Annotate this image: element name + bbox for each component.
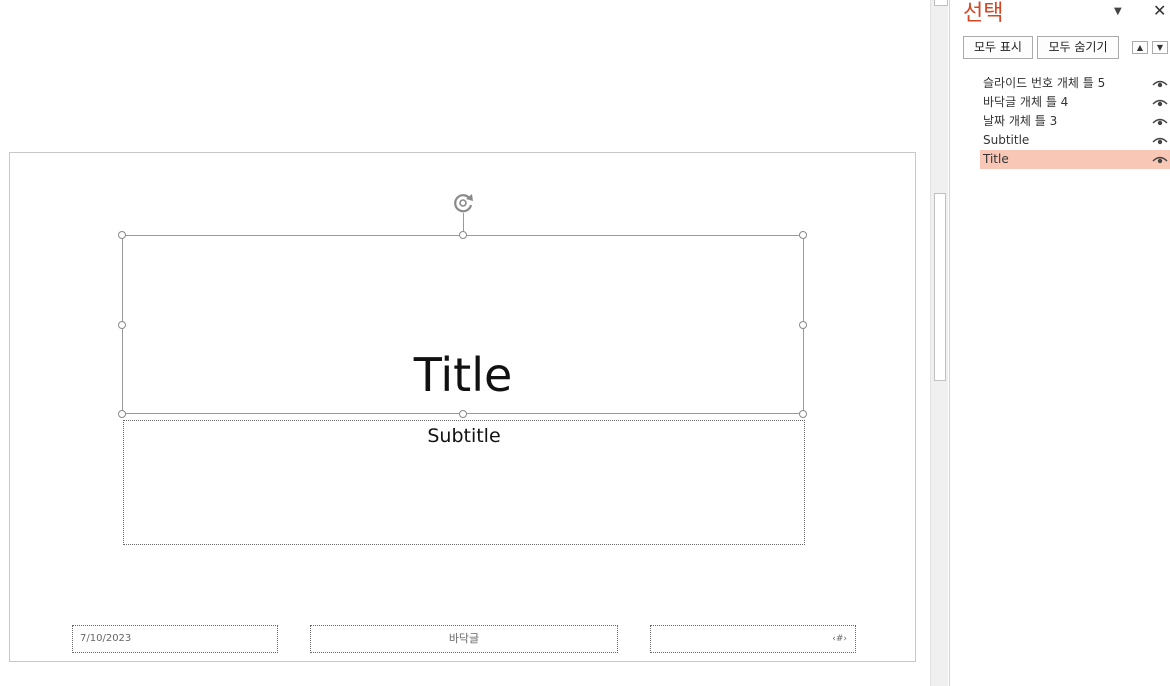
resize-handle-top[interactable] (459, 231, 467, 239)
eye-icon[interactable] (1152, 136, 1168, 146)
eye-icon[interactable] (1152, 79, 1168, 89)
dropdown-arrow-icon[interactable]: ▼ (1114, 6, 1122, 17)
footer-placeholder[interactable]: 바닥글 (310, 625, 618, 653)
scrollbar-top-edge (934, 0, 948, 6)
eye-icon[interactable] (1152, 98, 1168, 108)
slide-number-placeholder[interactable]: ‹#› (650, 625, 856, 653)
slide-canvas[interactable]: Title Subtitle 7/10/2023 바닥글 ‹#› (0, 0, 930, 686)
resize-handle-top-right[interactable] (799, 231, 807, 239)
resize-handle-bottom[interactable] (459, 410, 467, 418)
selection-item-date[interactable]: 날짜 개체 틀 3 (980, 112, 1170, 131)
subtitle-placeholder[interactable]: Subtitle (123, 420, 805, 545)
footer-text: 바닥글 (448, 632, 480, 645)
scrollbar-thumb[interactable] (934, 193, 946, 381)
close-icon[interactable]: ✕ (1153, 1, 1166, 20)
hide-all-button[interactable]: 모두 숨기기 (1037, 36, 1119, 59)
slide[interactable]: Title Subtitle 7/10/2023 바닥글 ‹#› (9, 152, 916, 662)
date-text: 7/10/2023 (80, 633, 132, 644)
vertical-scrollbar[interactable] (930, 0, 948, 686)
show-all-button[interactable]: 모두 표시 (963, 36, 1033, 59)
eye-icon[interactable] (1152, 117, 1168, 127)
rotate-icon[interactable] (452, 191, 476, 215)
selection-pane: 선택 ▼ ✕ 모두 표시 모두 숨기기 ▲ ▼ 슬라이드 번호 개체 틀 5 바… (949, 0, 1170, 686)
resize-handle-bottom-left[interactable] (118, 410, 126, 418)
selection-list: 슬라이드 번호 개체 틀 5 바닥글 개체 틀 4 날짜 개체 틀 3 Subt… (980, 74, 1170, 169)
selection-item-subtitle[interactable]: Subtitle (980, 131, 1170, 150)
resize-handle-right[interactable] (799, 321, 807, 329)
selection-item-footer[interactable]: 바닥글 개체 틀 4 (980, 93, 1170, 112)
title-placeholder[interactable]: Title (122, 235, 804, 414)
selection-item-label: Title (983, 152, 1009, 166)
resize-handle-bottom-right[interactable] (799, 410, 807, 418)
pane-title: 선택 (963, 1, 1004, 26)
selection-item-label: 날짜 개체 틀 3 (983, 114, 1058, 128)
eye-icon[interactable] (1152, 155, 1168, 165)
selection-item-label: 슬라이드 번호 개체 틀 5 (983, 76, 1106, 90)
arrow-up-icon[interactable]: ▲ (1132, 41, 1148, 54)
selection-item-label: 바닥글 개체 틀 4 (983, 95, 1069, 109)
resize-handle-left[interactable] (118, 321, 126, 329)
date-placeholder[interactable]: 7/10/2023 (72, 625, 278, 653)
selection-item-title[interactable]: Title (980, 150, 1170, 169)
arrow-down-icon[interactable]: ▼ (1152, 41, 1168, 54)
selection-item-slide-number[interactable]: 슬라이드 번호 개체 틀 5 (980, 74, 1170, 93)
resize-handle-top-left[interactable] (118, 231, 126, 239)
selection-item-label: Subtitle (983, 133, 1030, 147)
slide-number-text: ‹#› (832, 634, 847, 644)
subtitle-text[interactable]: Subtitle (124, 425, 804, 447)
title-text[interactable]: Title (123, 352, 803, 398)
